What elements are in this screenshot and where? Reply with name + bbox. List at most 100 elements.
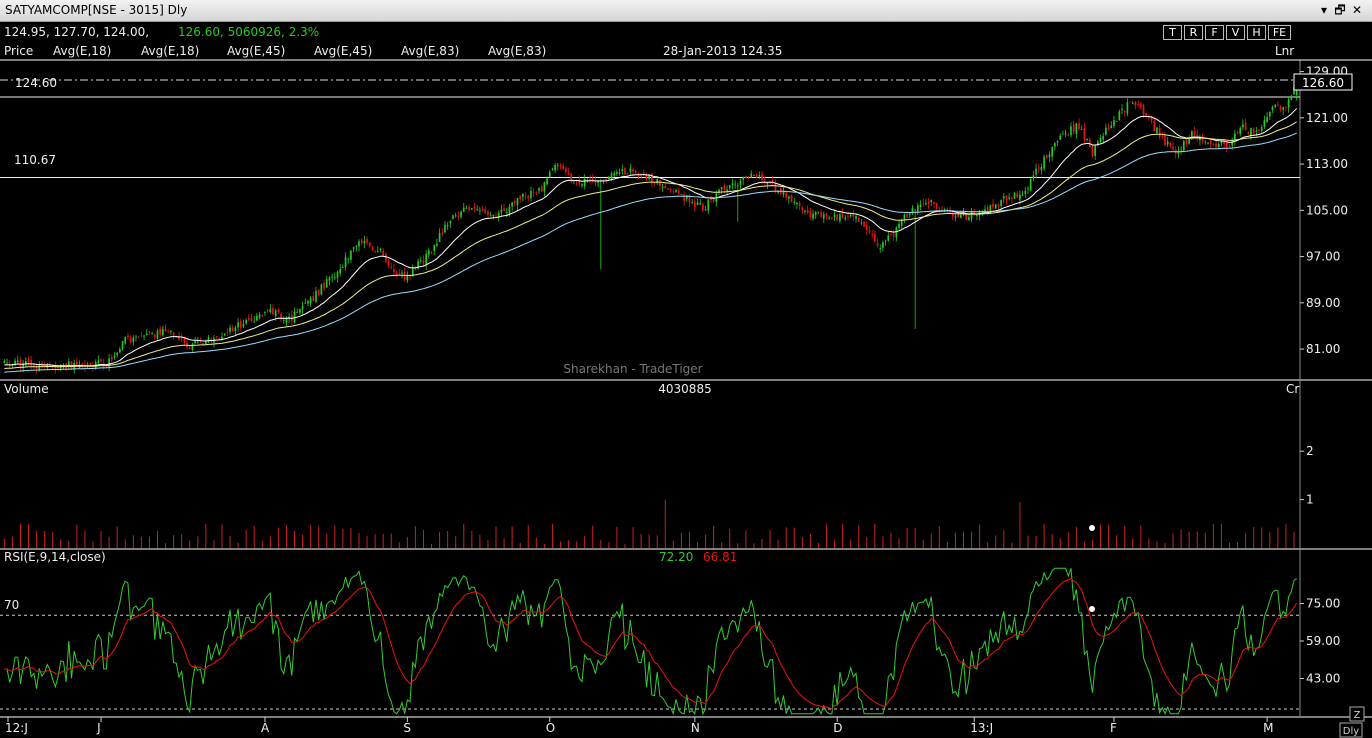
candle-body <box>1207 142 1209 144</box>
candle-body <box>530 191 532 199</box>
candle-body <box>264 311 266 313</box>
candle-body <box>317 289 320 295</box>
candle-body <box>492 214 495 217</box>
candle-body <box>508 206 511 214</box>
candle-body <box>1231 140 1234 146</box>
candle-body <box>489 215 492 217</box>
candle-body <box>892 233 895 237</box>
candle-body <box>191 343 194 350</box>
candle-body <box>180 337 183 339</box>
candle-body <box>487 211 489 216</box>
candle-body <box>954 216 957 218</box>
candle-body <box>1075 123 1078 134</box>
candle-body <box>833 214 836 218</box>
candle-body <box>296 312 299 313</box>
rsi-cursor-dot <box>1089 606 1095 612</box>
candle-body <box>237 322 239 328</box>
candle-body <box>1158 127 1161 138</box>
candle-body <box>747 177 750 179</box>
candle-body <box>1067 135 1070 137</box>
candle-body <box>293 311 296 323</box>
candle-body <box>831 218 833 220</box>
candle-body <box>788 196 790 199</box>
x-axis-label: N <box>691 721 700 735</box>
candle-body <box>97 360 100 364</box>
candle-body <box>462 207 465 212</box>
candle-body <box>366 238 368 243</box>
candle-body <box>70 361 73 370</box>
candle-body <box>925 203 927 205</box>
candle-body <box>231 327 234 332</box>
candle-body <box>452 215 454 220</box>
candle-body <box>170 331 172 332</box>
chart-canvas[interactable]: 129.00121.00113.00105.0097.0089.0081.00 … <box>0 0 1372 738</box>
candle-body <box>546 178 548 185</box>
candle-body <box>387 259 390 266</box>
candle-body <box>841 212 844 219</box>
candle-body <box>100 359 102 362</box>
candle-body <box>320 284 323 295</box>
candle-body <box>379 249 382 250</box>
candle-body <box>860 222 863 224</box>
candle-body <box>1172 146 1174 150</box>
candle-body <box>1134 102 1137 106</box>
candle-body <box>1277 104 1279 106</box>
candle-body <box>465 208 468 210</box>
candle-body <box>699 203 702 205</box>
candle-body <box>250 318 253 321</box>
candle-body <box>726 189 728 192</box>
candle-body <box>1209 140 1212 145</box>
volume-axis-label: 2 <box>1306 444 1314 458</box>
candle-body <box>315 290 317 302</box>
candle-body <box>325 279 328 288</box>
candle-body <box>1072 124 1075 133</box>
candle-body <box>188 347 191 349</box>
candle-body <box>642 172 645 174</box>
volume-readout: 4030885 <box>658 382 711 396</box>
candle-body <box>132 337 135 342</box>
candle-body <box>1054 143 1056 147</box>
candle-body <box>849 214 852 217</box>
candle-body <box>965 214 968 220</box>
candle-body <box>266 310 269 311</box>
candle-body <box>1282 107 1285 110</box>
rsi-axis-label: 59.00 <box>1306 634 1340 648</box>
candle-body <box>256 315 258 321</box>
candle-body <box>986 206 989 212</box>
candle-body <box>253 320 256 322</box>
candle-body <box>1040 167 1043 171</box>
candle-body <box>471 208 473 210</box>
candle-body <box>691 201 693 203</box>
candle-body <box>352 247 355 249</box>
candle-body <box>226 331 229 333</box>
candle-body <box>632 169 634 172</box>
candle-body <box>1129 101 1131 103</box>
candle-body <box>1121 108 1123 110</box>
candle-body <box>755 173 758 178</box>
candle-body <box>110 357 113 360</box>
candle-body <box>828 217 830 219</box>
candle-body <box>532 192 535 193</box>
candle-body <box>385 254 387 262</box>
candle-body <box>801 207 804 211</box>
candle-body <box>758 175 761 177</box>
candle-body <box>943 209 946 211</box>
candle-body <box>1247 131 1250 134</box>
hline-label-124-60: 124.60 <box>15 76 57 90</box>
price-axis-label: 97.00 <box>1306 250 1340 264</box>
candle-body <box>16 360 19 362</box>
candle-body <box>196 341 199 343</box>
candle-body <box>1029 179 1032 191</box>
candle-body <box>299 309 301 313</box>
candle-body <box>1228 145 1231 147</box>
rsi-line <box>4 567 1297 716</box>
candle-body <box>1191 131 1193 137</box>
candle-body <box>307 301 309 304</box>
volume-cursor-dot <box>1089 525 1095 531</box>
candle-body <box>121 341 124 350</box>
candle-body <box>680 194 683 195</box>
candle-body <box>19 359 22 368</box>
candle-body <box>677 190 680 194</box>
candle-body <box>1062 133 1064 135</box>
candle-body <box>119 349 121 353</box>
